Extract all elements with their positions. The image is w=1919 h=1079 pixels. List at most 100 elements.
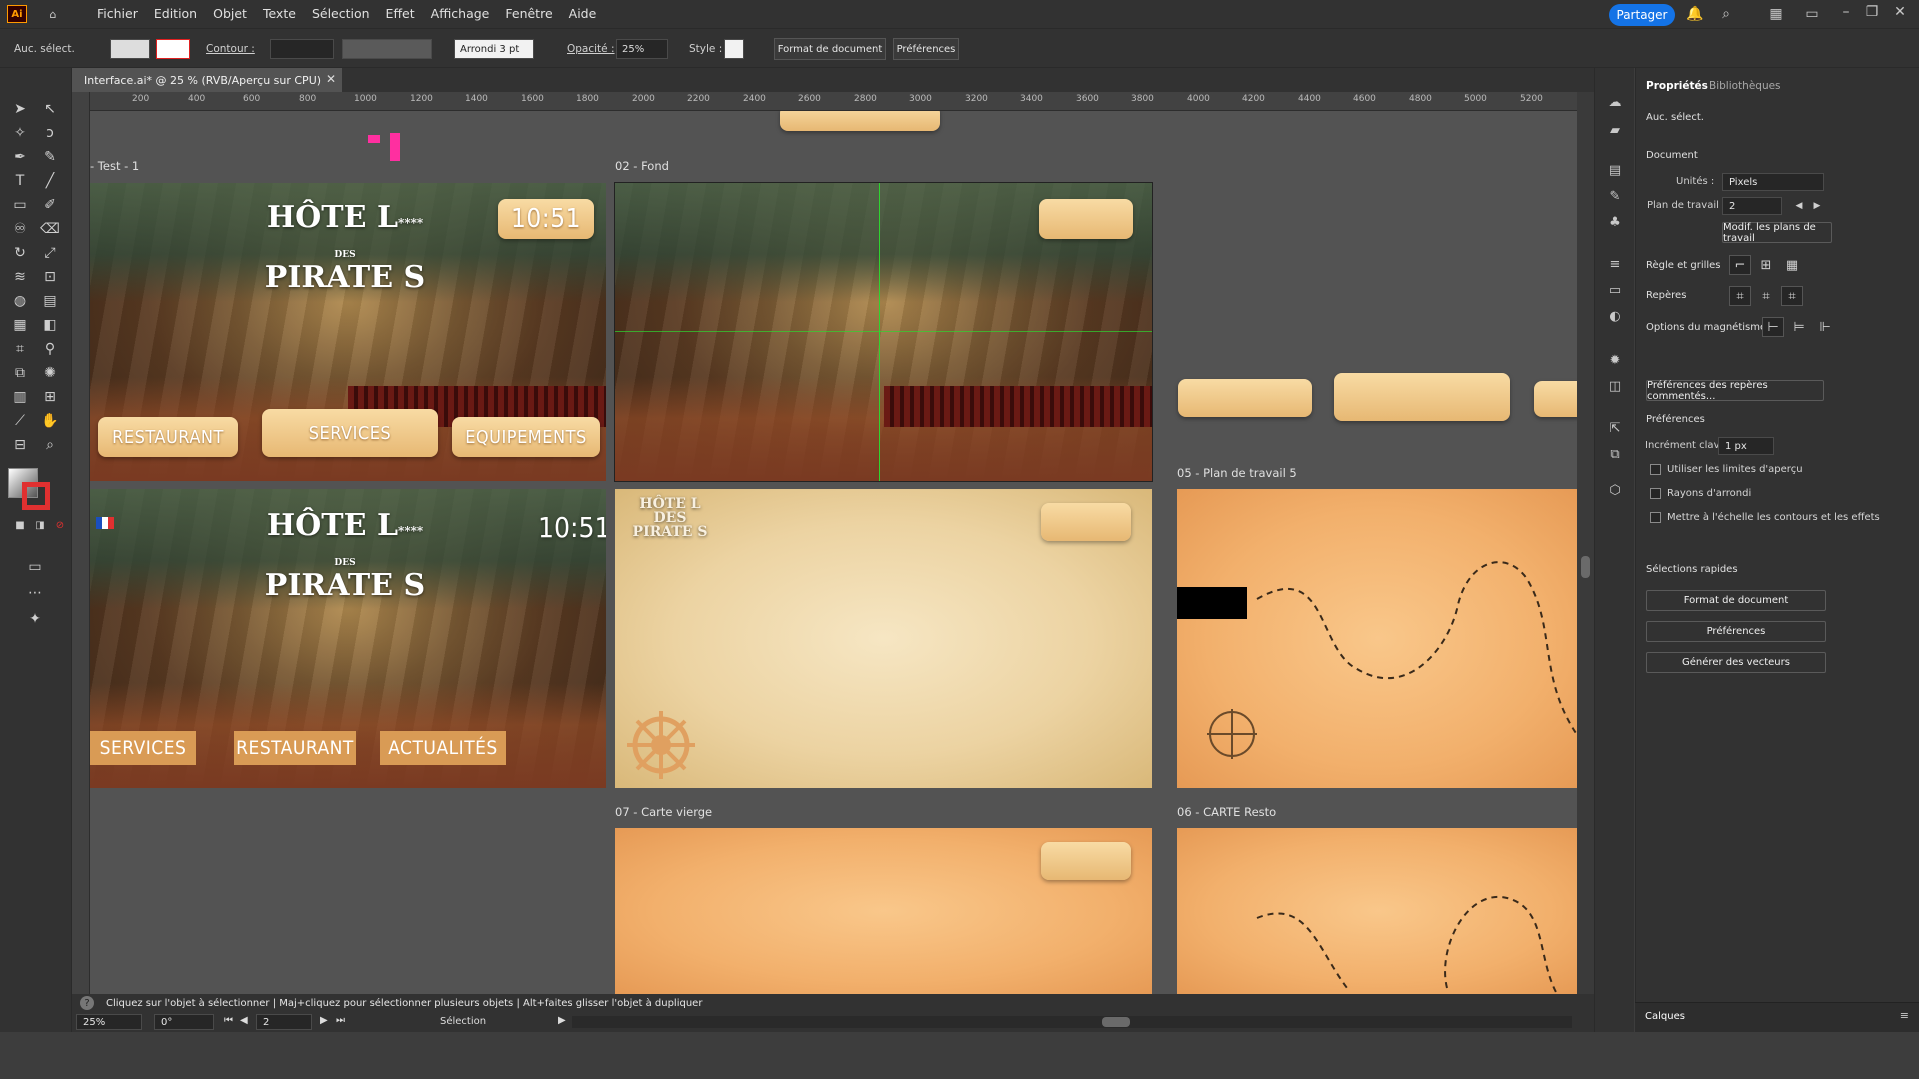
artboard-plan-de-travail-5[interactable]	[1177, 489, 1577, 788]
opacity-label[interactable]: Opacité :	[567, 39, 615, 59]
3d-icon[interactable]: ⬡	[1605, 480, 1625, 500]
menu-fenetre[interactable]: Fenêtre	[497, 0, 560, 28]
eraser-icon[interactable]: ⌫	[39, 218, 61, 240]
learn-icon[interactable]: ▰	[1605, 120, 1625, 140]
selection-tool-icon[interactable]: ➤	[9, 98, 31, 120]
tab-libraries[interactable]: Bibliothèques	[1709, 80, 1781, 92]
first-artboard-icon[interactable]: ⏮	[224, 1015, 233, 1026]
minimize-icon[interactable]: –	[1836, 3, 1856, 21]
artboard-nav-select[interactable]: 2	[256, 1014, 312, 1030]
top-scroll-banner[interactable]	[780, 111, 940, 131]
menu-fichier[interactable]: Fichier	[89, 0, 146, 28]
snap-pixel-icon[interactable]: ⊨	[1788, 317, 1810, 337]
mesh-tool-icon[interactable]: ⌗	[9, 338, 31, 360]
pen-tool-icon[interactable]: ✒	[9, 146, 31, 168]
menu-selection[interactable]: Sélection	[304, 0, 378, 28]
corner-radius-checkbox[interactable]: Rayons d'arrondi	[1650, 488, 1751, 499]
appearance-icon[interactable]: ✹	[1605, 350, 1625, 370]
lasso-icon[interactable]: ↄ	[39, 122, 61, 144]
actualites-button[interactable]: ACTUALITÉS	[380, 731, 506, 765]
blend-tool-icon[interactable]: ⧉	[9, 362, 31, 384]
gradient-mode-icon[interactable]: ◨	[29, 514, 51, 536]
stroke-color-swatch[interactable]	[22, 482, 50, 510]
qa-document-setup-button[interactable]: Format de document	[1646, 590, 1826, 611]
artboard-7-label[interactable]: 07 - Carte vierge	[615, 805, 712, 819]
floating-scroll[interactable]	[1534, 381, 1577, 417]
artboard-test-1[interactable]: HÔTE L**** DES PIRATE S 10:51 RESTAURANT…	[90, 183, 606, 481]
brush-definition[interactable]: Arrondi 3 pt	[454, 39, 534, 59]
direct-selection-tool-icon[interactable]: ↖	[39, 98, 61, 120]
scale-strokes-checkbox[interactable]: Mettre à l'échelle les contours et les e…	[1650, 512, 1880, 523]
free-transform-icon[interactable]: ⊡	[39, 266, 61, 288]
home-icon[interactable]: ⌂	[43, 5, 63, 23]
artboard-tool-icon[interactable]: ⊞	[39, 386, 61, 408]
artboard-parchment[interactable]: HÔTE L DES PIRATE S	[615, 489, 1152, 788]
eyedropper-icon[interactable]: ⚲	[39, 338, 61, 360]
document-tab[interactable]: Interface.ai* @ 25 % (RVB/Aperçu sur CPU…	[72, 68, 342, 92]
vertical-scrollbar[interactable]	[1577, 92, 1594, 994]
curvature-tool-icon[interactable]: ✎	[39, 146, 61, 168]
artboard-5-label[interactable]: 05 - Plan de travail 5	[1177, 466, 1297, 480]
scroll-thumb[interactable]	[1102, 1017, 1130, 1027]
arrange-icon[interactable]: ▭	[1802, 5, 1822, 23]
menu-edition[interactable]: Edition	[146, 0, 205, 28]
variable-width-profile[interactable]	[342, 39, 432, 59]
search-icon[interactable]: ⌕	[1716, 5, 1736, 23]
french-flag-icon[interactable]	[96, 517, 114, 529]
restaurant-scroll-button[interactable]: RESTAURANT	[98, 417, 238, 457]
services-button[interactable]: SERVICES	[90, 731, 196, 765]
more-tools-icon[interactable]: ⋯	[24, 582, 46, 604]
status-menu-icon[interactable]: ▶	[558, 1015, 566, 1026]
equipements-scroll-button[interactable]: EQUIPEMENTS	[452, 417, 600, 457]
menu-aide[interactable]: Aide	[561, 0, 605, 28]
edit-toolbar-icon[interactable]: ✦	[24, 608, 46, 630]
paintbrush-icon[interactable]: ✐	[39, 194, 61, 216]
snap-point-icon[interactable]: ⊢	[1762, 317, 1784, 337]
floating-scroll[interactable]	[1178, 379, 1312, 417]
zoom-select[interactable]: 25%	[76, 1014, 142, 1030]
scale-tool-icon[interactable]: ⤢	[39, 242, 61, 264]
brushes-icon[interactable]: ✎	[1605, 186, 1625, 206]
export-panel-icon[interactable]: ⇱	[1605, 418, 1625, 438]
scroll-thumb[interactable]	[1581, 556, 1590, 578]
live-paint-icon[interactable]: ▤	[39, 290, 61, 312]
shape-builder-icon[interactable]: ◍	[9, 290, 31, 312]
symbol-sprayer-icon[interactable]: ✺	[39, 362, 61, 384]
qa-preferences-button[interactable]: Préférences	[1646, 621, 1826, 642]
next-artboard-icon[interactable]: ▶	[320, 1015, 328, 1026]
graphic-styles-icon[interactable]: ◫	[1605, 376, 1625, 396]
grid-icon[interactable]: ⊞	[1755, 255, 1777, 275]
smart-guides-icon[interactable]: ⌗	[1781, 286, 1803, 306]
none-mode-icon[interactable]: ⊘	[49, 514, 71, 536]
keyboard-increment-input[interactable]: 1 px	[1718, 437, 1774, 455]
artboard-1-label[interactable]: - Test - 1	[90, 159, 139, 173]
help-icon[interactable]: ?	[80, 996, 94, 1010]
document-setup-button[interactable]: Format de document	[774, 38, 886, 60]
services-scroll-button[interactable]: SERVICES	[262, 409, 438, 457]
style-swatch[interactable]	[724, 39, 744, 59]
warp-tool-icon[interactable]: ≋	[9, 266, 31, 288]
horizontal-scrollbar[interactable]	[572, 1016, 1572, 1028]
rotate-tool-icon[interactable]: ↻	[9, 242, 31, 264]
smart-guides-prefs-button[interactable]: Préférences des repères commentés...	[1646, 380, 1824, 402]
preview-bounds-checkbox[interactable]: Utiliser les limites d'aperçu	[1650, 464, 1803, 475]
artboard-carte-resto[interactable]	[1177, 828, 1577, 994]
gradient-panel-icon[interactable]: ▭	[1605, 280, 1625, 300]
share-button[interactable]: Partager	[1609, 4, 1675, 26]
opacity-input[interactable]: 25%	[616, 39, 668, 59]
units-select[interactable]: Pixels	[1722, 173, 1824, 191]
artboard-select[interactable]: 2	[1722, 197, 1782, 215]
zoom-tool-icon[interactable]: ⌕	[39, 434, 61, 456]
menu-objet[interactable]: Objet	[205, 0, 255, 28]
layers-tab[interactable]: Calques	[1645, 1011, 1685, 1022]
rectangle-tool-icon[interactable]: ▭	[9, 194, 31, 216]
line-tool-icon[interactable]: ╱	[39, 170, 61, 192]
restore-icon[interactable]: ❐	[1862, 3, 1882, 21]
graph-tool-icon[interactable]: ▥	[9, 386, 31, 408]
artboard-home-screen[interactable]: HÔTE L**** DES PIRATE S 10:51 SERVICES R…	[90, 489, 606, 788]
menu-texte[interactable]: Texte	[255, 0, 304, 28]
close-icon[interactable]: ✕	[1890, 3, 1910, 21]
artboard-6-label[interactable]: 06 - CARTE Resto	[1177, 805, 1276, 819]
libraries-icon[interactable]: ▤	[1605, 160, 1625, 180]
last-artboard-icon[interactable]: ⏭	[336, 1015, 345, 1026]
